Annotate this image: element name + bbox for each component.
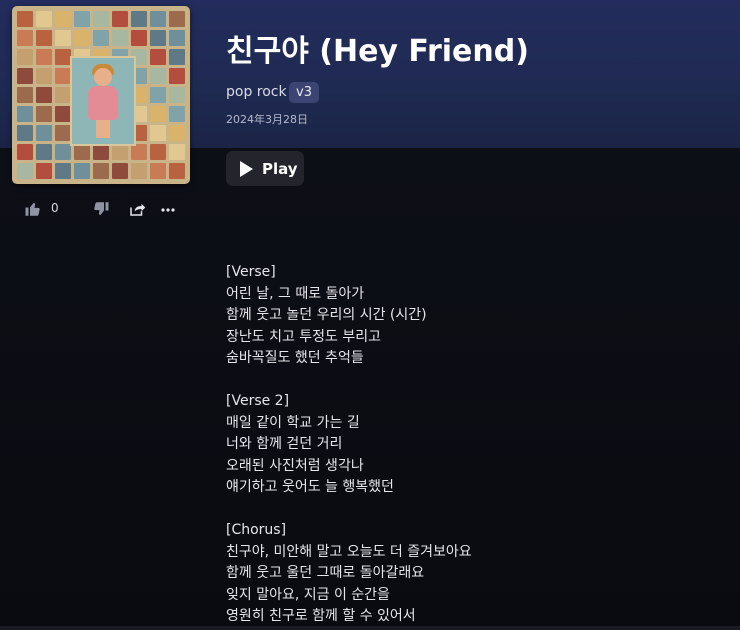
cover-tile xyxy=(17,144,33,160)
cover-tile xyxy=(36,144,52,160)
cover-tile xyxy=(169,49,185,65)
song-title: 친구야 (Hey Friend) xyxy=(226,34,529,69)
cover-tile xyxy=(169,125,185,141)
cover-tile xyxy=(112,144,128,160)
lyric-line: 어린 날, 그 때로 돌아가 xyxy=(226,285,365,302)
cover-tile xyxy=(55,106,71,122)
cover-tile xyxy=(55,163,71,179)
cover-art-doll xyxy=(70,56,136,146)
lyric-line: 장난도 치고 투정도 부리고 xyxy=(226,328,382,345)
cover-tile xyxy=(169,30,185,46)
lyric-line: [Verse] xyxy=(226,264,276,280)
lyric-line: [Verse 2] xyxy=(226,393,290,409)
cover-tile xyxy=(55,30,71,46)
cover-tile xyxy=(93,30,109,46)
lyric-line: 오래된 사진처럼 생각나 xyxy=(226,457,364,474)
lyric-line: 숨바꼭질도 했던 추억들 xyxy=(226,350,364,366)
cover-tile xyxy=(131,144,147,160)
thumbs-down-icon xyxy=(94,202,109,215)
cover-tile xyxy=(17,30,33,46)
like-button[interactable] xyxy=(24,198,42,220)
cover-tile xyxy=(112,11,128,27)
cover-tile xyxy=(93,163,109,179)
bottom-edge xyxy=(0,626,740,630)
lyrics-body: [Verse] 어린 날, 그 때로 돌아가함께 웃고 놀던 우리의 시간 (시간… xyxy=(226,262,726,628)
cover-tile xyxy=(17,11,33,27)
cover-tile xyxy=(17,68,33,84)
cover-tile xyxy=(74,30,90,46)
cover-tile xyxy=(17,106,33,122)
lyric-blank-line xyxy=(226,499,726,521)
cover-tile xyxy=(150,30,166,46)
cover-tile xyxy=(169,144,185,160)
cover-tile xyxy=(36,49,52,65)
cover-tile xyxy=(131,163,147,179)
cover-tile xyxy=(55,49,71,65)
cover-tile xyxy=(36,30,52,46)
cover-tile xyxy=(55,125,71,141)
genre-tag[interactable]: pop rock xyxy=(226,84,287,100)
cover-tile xyxy=(169,11,185,27)
cover-tile xyxy=(150,163,166,179)
cover-tile xyxy=(169,68,185,84)
lyric-line: 친구야, 미안해 말고 오늘도 더 즐겨보아요 xyxy=(226,543,472,560)
lyric-blank-line xyxy=(226,370,726,392)
cover-tile xyxy=(36,87,52,103)
lyric-line: 잊지 말아요, 지금 이 순간을 xyxy=(226,586,390,603)
release-date: 2024年3月28日 xyxy=(226,113,308,126)
share-icon xyxy=(130,203,146,216)
play-icon xyxy=(240,160,253,177)
cover-tile xyxy=(36,163,52,179)
thumbs-up-icon xyxy=(25,203,40,216)
cover-tile xyxy=(17,87,33,103)
cover-tile xyxy=(17,49,33,65)
cover-tile xyxy=(112,30,128,46)
cover-tile xyxy=(169,106,185,122)
play-button[interactable]: Play xyxy=(226,151,304,186)
dislike-button[interactable] xyxy=(92,198,110,220)
cover-tile xyxy=(36,11,52,27)
cover-tile xyxy=(74,144,90,160)
cover-tile xyxy=(112,163,128,179)
cover-tile xyxy=(93,144,109,160)
play-label: Play xyxy=(262,159,298,178)
cover-tile xyxy=(150,68,166,84)
album-cover[interactable] xyxy=(12,6,190,184)
like-count: 0 xyxy=(51,201,59,215)
cover-tile xyxy=(74,11,90,27)
lyric-line: 함께 웃고 놀던 우리의 시간 (시간) xyxy=(226,307,427,323)
cover-tile xyxy=(150,125,166,141)
cover-tile xyxy=(169,87,185,103)
cover-tile xyxy=(36,68,52,84)
cover-tile xyxy=(131,30,147,46)
cover-tile xyxy=(55,144,71,160)
lyric-line: 얘기하고 웃어도 늘 행복했던 xyxy=(226,479,394,495)
cover-tile xyxy=(17,163,33,179)
cover-tile xyxy=(93,11,109,27)
more-icon xyxy=(161,208,175,212)
lyric-line: 매일 같이 학교 가는 길 xyxy=(226,414,360,431)
cover-tile xyxy=(150,144,166,160)
lyric-line: [Chorus] xyxy=(226,522,287,538)
cover-tile xyxy=(131,11,147,27)
version-badge: v3 xyxy=(289,82,319,103)
share-button[interactable] xyxy=(128,198,146,220)
cover-tile xyxy=(55,68,71,84)
cover-tile xyxy=(169,163,185,179)
cover-tile xyxy=(150,49,166,65)
cover-tile xyxy=(150,11,166,27)
cover-tile xyxy=(55,11,71,27)
cover-tile xyxy=(150,87,166,103)
lyric-line: 너와 함께 걷던 거리 xyxy=(226,436,343,452)
cover-tile xyxy=(74,163,90,179)
cover-tile xyxy=(36,125,52,141)
lyric-line: 영원히 친구로 함께 할 수 있어서 xyxy=(226,608,416,624)
lyric-line: 함께 웃고 울던 그때로 돌아갈래요 xyxy=(226,565,425,581)
cover-tile xyxy=(55,87,71,103)
cover-tile xyxy=(150,106,166,122)
cover-tile xyxy=(36,106,52,122)
more-options-button[interactable] xyxy=(160,198,176,220)
cover-tile xyxy=(17,125,33,141)
